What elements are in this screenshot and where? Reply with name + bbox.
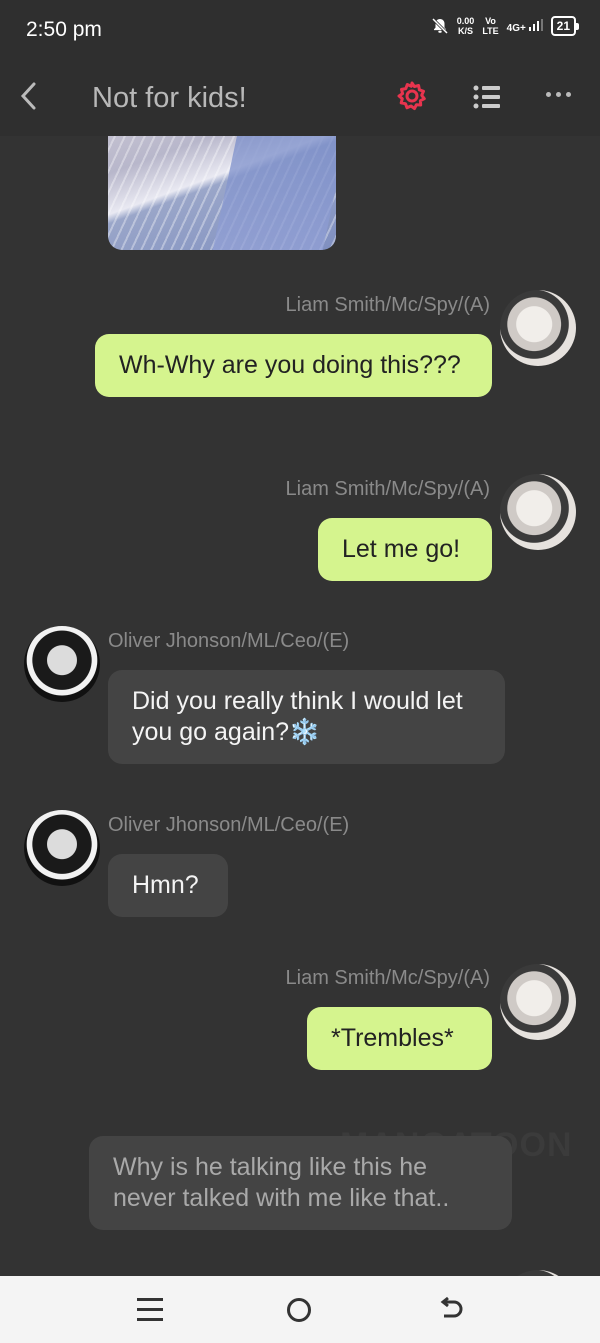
more-dots-icon xyxy=(546,91,551,97)
gear-icon xyxy=(397,81,426,111)
net-speed: 0.00 K/S xyxy=(456,16,475,36)
back-arrow-icon xyxy=(440,1296,463,1318)
sender-name: Liam Smith/Mc/Spy/(A) xyxy=(285,294,490,316)
volte-indicator: Vo LTE xyxy=(482,16,499,36)
message-bubble[interactable]: Wh-Why are you doing this??? xyxy=(95,334,492,397)
recent-apps-button[interactable] xyxy=(137,1298,163,1322)
back-button[interactable] xyxy=(14,76,46,116)
avatar[interactable] xyxy=(500,474,576,550)
more-options-button[interactable] xyxy=(546,84,578,104)
page-title: Not for kids! xyxy=(92,82,247,114)
chat-thread[interactable]: Liam Smith/Mc/Spy/(A) Wh-Why are you doi… xyxy=(0,136,600,1276)
sender-name: Liam Smith/Mc/Spy/(A) xyxy=(285,478,490,500)
back-nav-button[interactable] xyxy=(436,1296,464,1324)
menu-icon xyxy=(137,1298,163,1301)
signal-indicator: 4G+ xyxy=(507,18,543,34)
sender-name: Oliver Jhonson/ML/Ceo/(E) xyxy=(108,814,350,836)
message-bubble[interactable]: *Trembles* xyxy=(307,1007,492,1070)
chat-header: Not for kids! xyxy=(0,58,600,136)
message-bubble[interactable]: Hmn? xyxy=(108,854,228,917)
signal-bars-icon xyxy=(528,18,543,31)
message-bubble[interactable]: Let me go! xyxy=(318,518,492,581)
sender-name: Oliver Jhonson/ML/Ceo/(E) xyxy=(108,630,350,652)
chevron-left-icon xyxy=(20,82,36,110)
mute-notifications-icon xyxy=(431,17,448,35)
chapter-list-button[interactable] xyxy=(472,82,502,112)
list-icon xyxy=(473,85,500,109)
status-time: 2:50 pm xyxy=(26,18,102,41)
status-indicators: 0.00 K/S Vo LTE 4G+ 21 xyxy=(431,16,580,36)
avatar[interactable] xyxy=(24,626,100,702)
avatar[interactable] xyxy=(500,290,576,366)
narration-bubble[interactable]: Why is he talking like this he never tal… xyxy=(89,1136,512,1230)
system-nav-bar xyxy=(0,1276,600,1343)
sender-name: Liam Smith/Mc/Spy/(A) xyxy=(285,967,490,989)
settings-button[interactable] xyxy=(396,80,428,112)
message-bubble[interactable]: Did you really think I would let you go … xyxy=(108,670,505,764)
home-button[interactable] xyxy=(287,1298,311,1322)
image-message[interactable] xyxy=(108,136,336,250)
status-bar: 2:50 pm 0.00 K/S Vo LTE 4G+ 21 xyxy=(0,0,600,58)
battery-icon: 21 xyxy=(550,16,580,36)
avatar[interactable] xyxy=(24,810,100,886)
avatar[interactable] xyxy=(500,964,576,1040)
